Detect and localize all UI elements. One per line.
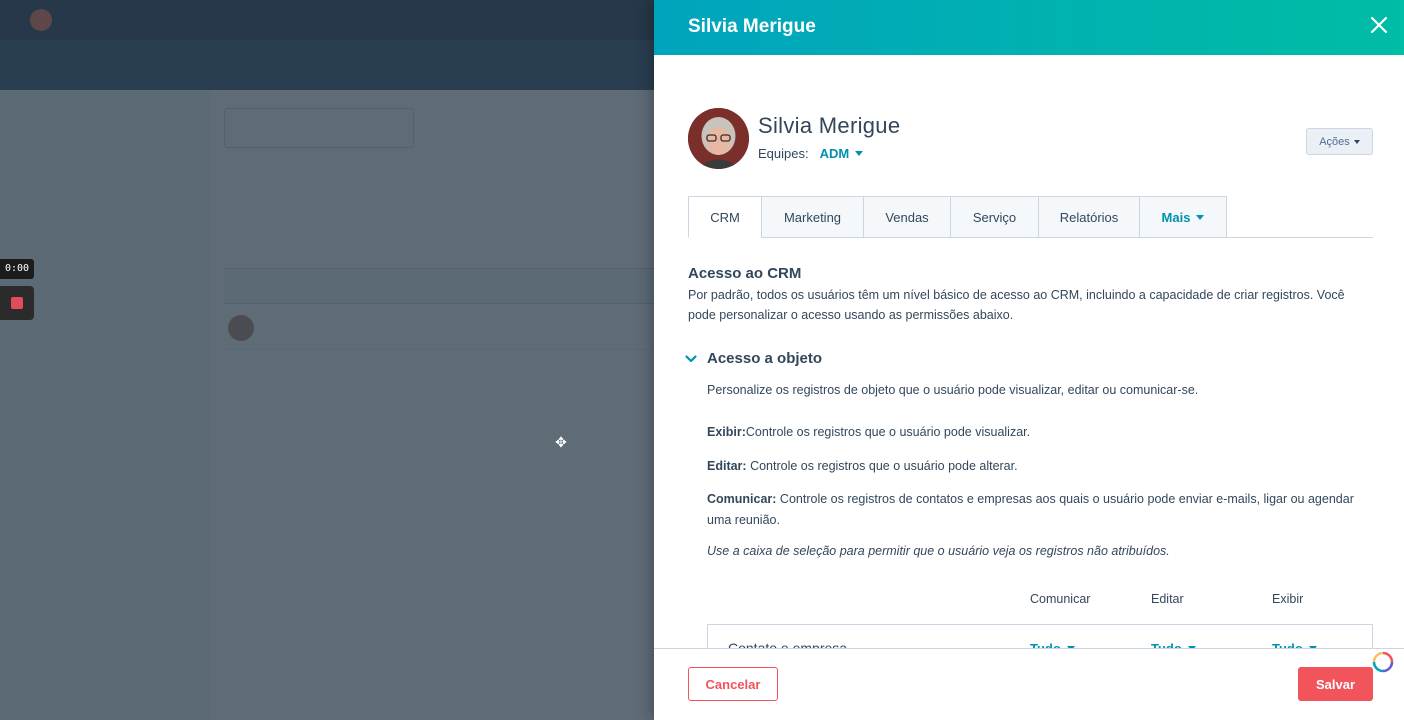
column-header-edit: Editar (1151, 592, 1184, 606)
edit-label: Editar: (707, 459, 747, 473)
save-button[interactable]: Salvar (1298, 667, 1373, 701)
user-permissions-panel: Silvia Merigue Silvia Merigue Equipes: A… (654, 0, 1404, 720)
team-dropdown[interactable]: ADM (820, 146, 864, 161)
object-access-description: Personalize os registros de objeto que o… (707, 383, 1199, 397)
teams-label: Equipes: (758, 146, 809, 161)
close-button[interactable] (1368, 14, 1390, 36)
tab-relatorios[interactable]: Relatórios (1038, 196, 1140, 238)
user-name: Silvia Merigue (758, 113, 901, 138)
caret-down-icon (1196, 214, 1205, 220)
stop-recording-button[interactable] (0, 286, 34, 320)
panel-title: Silvia Merigue (688, 16, 816, 37)
communicate-text: Controle os registros de contatos e empr… (707, 492, 1354, 527)
caret-down-icon (1353, 139, 1360, 144)
tab-vendas[interactable]: Vendas (863, 196, 951, 238)
tab-label: Vendas (885, 209, 929, 225)
team-value: ADM (819, 146, 850, 161)
permission-tabs: CRM Marketing Vendas Serviço Relatórios … (688, 196, 1373, 238)
assistant-icon[interactable] (1370, 649, 1396, 675)
panel-footer: Cancelar Salvar (654, 648, 1404, 720)
move-cursor-icon: ✥ (555, 434, 567, 450)
avatar (688, 108, 749, 169)
crm-access-title: Acesso ao CRM (688, 265, 802, 282)
tab-label: Relatórios (1059, 209, 1119, 225)
tab-more[interactable]: Mais (1139, 196, 1227, 238)
actions-label: Ações (1319, 135, 1350, 148)
actions-button[interactable]: Ações (1306, 128, 1373, 155)
tab-label: Mais (1161, 209, 1191, 225)
caret-down-icon (855, 151, 864, 156)
tab-crm[interactable]: CRM (688, 196, 762, 238)
permission-table: Contato e empresa Tudo Tudo Tudo (707, 624, 1373, 649)
communicate-label: Comunicar: (707, 492, 777, 506)
column-header-view: Exibir (1272, 592, 1304, 606)
view-label: Exibir: (707, 425, 746, 439)
chevron-down-icon (685, 354, 697, 362)
tab-label: Marketing (783, 209, 842, 225)
unassigned-note: Use a caixa de seleção para permitir que… (707, 544, 1170, 558)
column-header-communicate: Comunicar (1030, 592, 1091, 606)
tab-servico[interactable]: Serviço (950, 196, 1039, 238)
tab-label: CRM (710, 209, 740, 225)
close-icon (1370, 16, 1388, 34)
object-access-title: Acesso a objeto (707, 350, 823, 367)
tab-marketing[interactable]: Marketing (761, 196, 864, 238)
cancel-button[interactable]: Cancelar (688, 667, 778, 701)
crm-access-description: Por padrão, todos os usuários têm um nív… (688, 288, 1345, 322)
view-text: Controle os registros que o usuário pode… (745, 425, 1031, 439)
edit-permission-help: Editar: Controle os registros que o usuá… (707, 456, 1357, 477)
stop-icon (11, 297, 23, 309)
panel-header: Silvia Merigue (654, 0, 1404, 55)
tab-label: Serviço (972, 209, 1017, 225)
teams-row: Equipes: ADM (758, 146, 864, 161)
recording-time: 0:00 (0, 259, 34, 279)
edit-text: Controle os registros que o usuário pode… (746, 459, 1018, 473)
communicate-permission-help: Comunicar: Controle os registros de cont… (707, 489, 1357, 530)
view-permission-help: Exibir:Controle os registros que o usuár… (707, 422, 1357, 443)
panel-body[interactable]: Silvia Merigue Equipes: ADM Ações CRM Ma… (654, 55, 1404, 649)
object-access-toggle[interactable]: Acesso a objeto (684, 350, 822, 367)
